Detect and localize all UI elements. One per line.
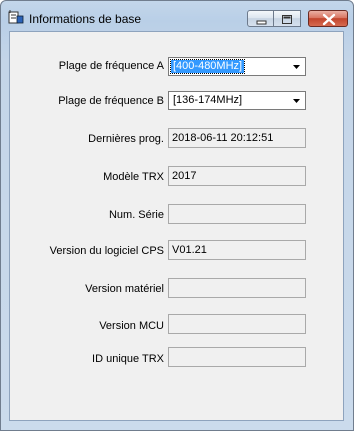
close-icon	[322, 13, 336, 26]
mcu-version-label: Version MCU	[99, 320, 164, 332]
chevron-down-icon[interactable]	[289, 93, 304, 108]
hw-version-label: Version matériel	[85, 283, 164, 295]
band-a-dropdown[interactable]: [400-480MHz]	[168, 57, 306, 76]
trx-id-label: ID unique TRX	[92, 353, 164, 365]
band-a-value: [400-480MHz]	[169, 59, 246, 74]
last-prog-label: Dernières prog.	[88, 133, 164, 145]
radio-app-icon	[8, 10, 24, 24]
last-prog-field: 2018-06-11 20:12:51	[168, 128, 306, 148]
band-a-label: Plage de fréquence A	[58, 60, 164, 72]
cps-version-field: V01.21	[168, 240, 306, 260]
maximize-icon	[282, 15, 292, 24]
cps-version-label: Version du logiciel CPS	[49, 245, 164, 257]
model-field: 2017	[168, 166, 306, 186]
minimize-icon	[256, 20, 267, 25]
minimize-button[interactable]	[247, 10, 274, 27]
close-button[interactable]	[308, 10, 348, 27]
cps-version-value: V01.21	[172, 244, 207, 256]
trx-id-field	[168, 347, 306, 367]
title-bar[interactable]: Informations de base	[1, 1, 353, 31]
window-title: Informations de base	[29, 12, 142, 26]
model-value: 2017	[172, 170, 197, 182]
serial-field	[168, 204, 306, 224]
mcu-version-field	[168, 314, 306, 334]
hw-version-field	[168, 278, 306, 298]
model-label: Modèle TRX	[103, 171, 164, 183]
last-prog-value: 2018-06-11 20:12:51	[172, 132, 274, 144]
band-b-dropdown[interactable]: [136-174MHz]	[168, 91, 306, 110]
serial-label: Num. Série	[108, 209, 164, 221]
maximize-button[interactable]	[274, 10, 301, 27]
chevron-down-icon[interactable]	[289, 59, 304, 74]
band-b-label: Plage de fréquence B	[58, 95, 164, 107]
band-b-value: [136-174MHz]	[173, 94, 243, 106]
